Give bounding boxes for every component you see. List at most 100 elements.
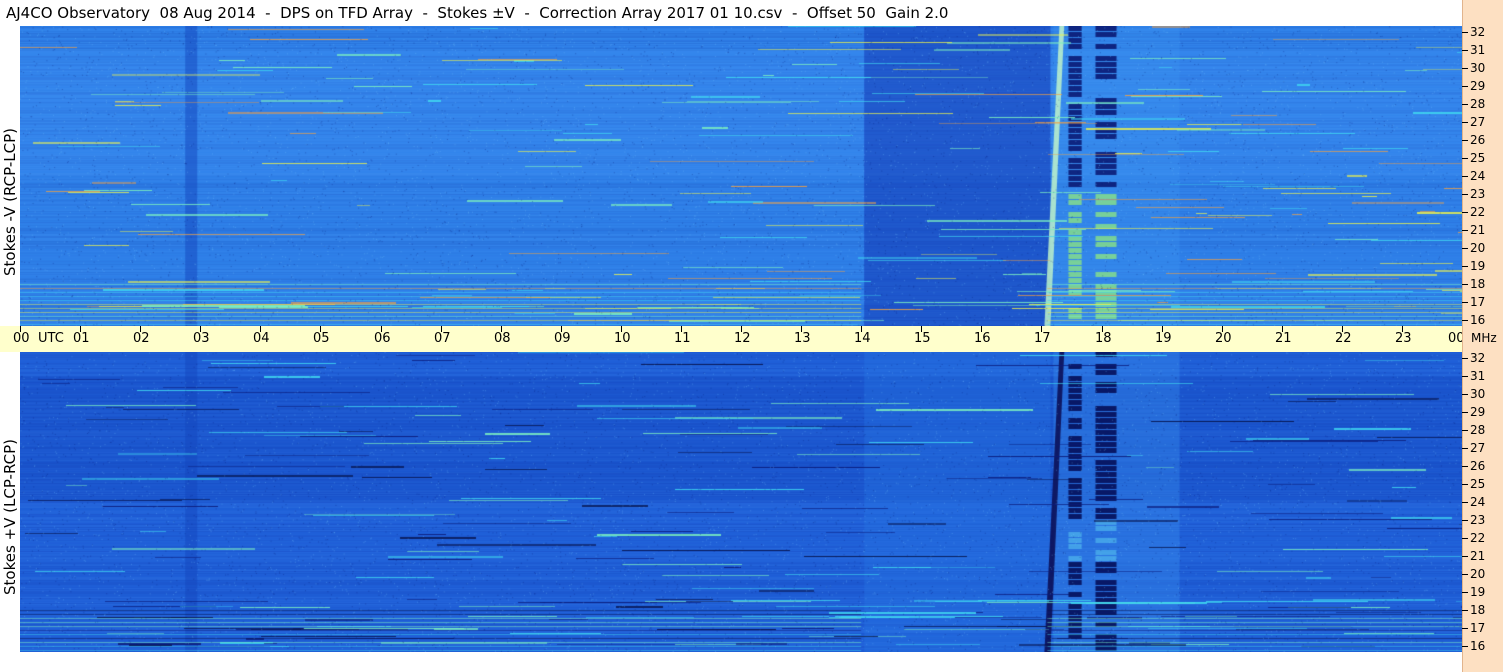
frequency-tick-label: 22 (1470, 531, 1486, 545)
frequency-tick (1462, 104, 1468, 105)
chart-title: AJ4CO Observatory 08 Aug 2014 - DPS on T… (6, 4, 949, 22)
frequency-tick-label: 23 (1470, 187, 1486, 201)
frequency-tick (1462, 302, 1468, 303)
spectrogram-top (20, 26, 1462, 326)
time-tick-label: 14 (854, 331, 871, 346)
frequency-tick-label: 18 (1470, 603, 1486, 617)
time-tick-label: 10 (614, 331, 631, 346)
frequency-tick-label: 31 (1470, 369, 1486, 383)
time-tick-label: 01 (73, 331, 90, 346)
time-tick-label: 17 (1034, 331, 1051, 346)
frequency-tick-label: 27 (1470, 441, 1486, 455)
frequency-tick-label: 20 (1470, 567, 1486, 581)
frequency-tick (1462, 376, 1468, 377)
frequency-tick-label: 16 (1470, 313, 1486, 327)
spectrogram-bottom-canvas (20, 352, 1462, 652)
time-tick-label: 23 (1395, 331, 1412, 346)
frequency-tick-label: 24 (1470, 169, 1486, 183)
frequency-tick-label: 32 (1470, 25, 1486, 39)
frequency-tick (1462, 320, 1468, 321)
frequency-tick-label: 18 (1470, 277, 1486, 291)
frequency-tick (1462, 194, 1468, 195)
frequency-tick (1462, 646, 1468, 647)
time-tick-label: 02 (133, 331, 150, 346)
time-tick-label: 03 (193, 331, 210, 346)
frequency-tick-label: 23 (1470, 513, 1486, 527)
time-tick-label: 16 (974, 331, 991, 346)
frequency-tick (1462, 212, 1468, 213)
frequency-tick (1462, 502, 1468, 503)
time-tick-label: 22 (1335, 331, 1352, 346)
frequency-ticks-top: 16 17 18 19 20 21 22 23 24 25 26 27 28 29 30 31 32 (1462, 25, 1503, 327)
frequency-tick-label: 27 (1470, 115, 1486, 129)
frequency-tick (1462, 448, 1468, 449)
frequency-tick (1462, 592, 1468, 593)
time-tick-label: 06 (374, 331, 391, 346)
frequency-tick-label: 26 (1470, 459, 1486, 473)
frequency-tick-label: 22 (1470, 205, 1486, 219)
frequency-tick (1462, 394, 1468, 395)
frequency-tick-label: 25 (1470, 151, 1486, 165)
time-tick-label: 05 (313, 331, 330, 346)
frequency-tick (1462, 358, 1468, 359)
time-tick-label: 11 (674, 331, 691, 346)
frequency-tick-label: 32 (1470, 351, 1486, 365)
time-tick-label: 07 (434, 331, 451, 346)
frequency-tick (1462, 158, 1468, 159)
frequency-tick-label: 24 (1470, 495, 1486, 509)
time-tick-label: 08 (494, 331, 511, 346)
time-tick-label: 13 (794, 331, 811, 346)
y-axis-label-bottom: Stokes +V (LCP-RCP) (1, 439, 19, 595)
frequency-tick (1462, 430, 1468, 431)
frequency-tick-label: 19 (1470, 259, 1486, 273)
frequency-tick-label: 19 (1470, 585, 1486, 599)
mhz-label: MHz (1471, 331, 1497, 345)
frequency-tick (1462, 50, 1468, 51)
frequency-tick (1462, 248, 1468, 249)
time-tick-label: 18 (1095, 331, 1112, 346)
frequency-tick (1462, 176, 1468, 177)
frequency-tick-label: 17 (1470, 621, 1486, 635)
frequency-tick-label: 30 (1470, 61, 1486, 75)
frequency-tick-label: 30 (1470, 387, 1486, 401)
spectrogram-bottom (20, 352, 1462, 652)
time-tick-label: 00 (13, 331, 30, 346)
frequency-tick (1462, 628, 1468, 629)
time-tick-label: 12 (734, 331, 751, 346)
frequency-tick (1462, 574, 1468, 575)
time-axis: UTC 00 01 02 03 04 05 06 07 08 09 10 11 12 13 14 15 16 17… (0, 326, 1465, 352)
frequency-tick-label: 29 (1470, 405, 1486, 419)
frequency-tick (1462, 538, 1468, 539)
frequency-tick-label: 21 (1470, 223, 1486, 237)
frequency-tick (1462, 556, 1468, 557)
frequency-tick (1462, 230, 1468, 231)
time-tick-label: 09 (554, 331, 571, 346)
frequency-tick-label: 25 (1470, 477, 1486, 491)
frequency-tick-label: 28 (1470, 423, 1486, 437)
frequency-ticks-bottom: 16 17 18 19 20 21 22 23 24 25 26 27 28 29 30 31 32 (1462, 351, 1503, 653)
frequency-tick-label: 21 (1470, 549, 1486, 563)
frequency-tick (1462, 140, 1468, 141)
time-tick-label: 04 (253, 331, 270, 346)
frequency-tick-label: 20 (1470, 241, 1486, 255)
time-tick-label: 21 (1275, 331, 1292, 346)
spectrogram-top-canvas (20, 26, 1462, 326)
time-tick-label: 15 (914, 331, 931, 346)
frequency-tick (1462, 284, 1468, 285)
y-axis-label-top: Stokes -V (RCP-LCP) (1, 128, 19, 276)
frequency-tick (1462, 610, 1468, 611)
frequency-tick (1462, 412, 1468, 413)
frequency-tick (1462, 68, 1468, 69)
frequency-tick-label: 29 (1470, 79, 1486, 93)
time-tick-label: 19 (1155, 331, 1172, 346)
frequency-tick-label: 17 (1470, 295, 1486, 309)
frequency-tick-label: 28 (1470, 97, 1486, 111)
frequency-tick-label: 16 (1470, 639, 1486, 653)
frequency-tick (1462, 484, 1468, 485)
frequency-tick (1462, 266, 1468, 267)
frequency-tick (1462, 466, 1468, 467)
frequency-tick (1462, 122, 1468, 123)
frequency-tick-label: 31 (1470, 43, 1486, 57)
frequency-tick-label: 26 (1470, 133, 1486, 147)
frequency-tick (1462, 520, 1468, 521)
